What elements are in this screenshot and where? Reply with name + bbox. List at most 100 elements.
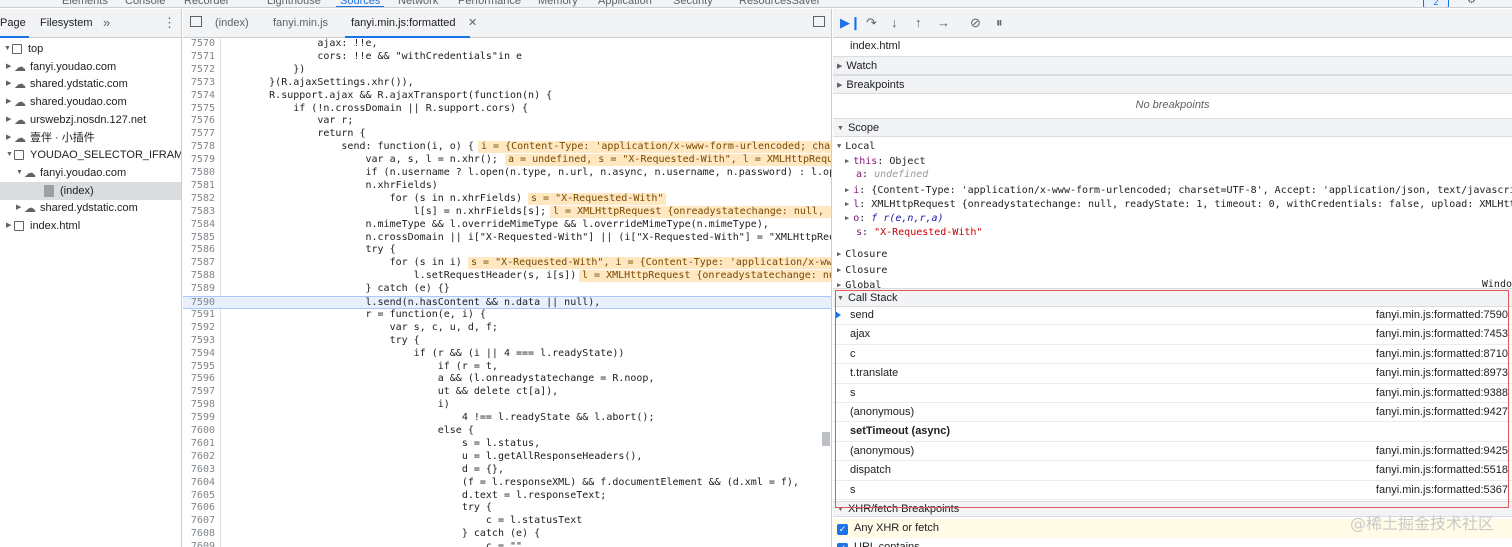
step-icon[interactable]: →: [937, 15, 950, 30]
line-number[interactable]: 7583: [183, 206, 215, 219]
call-frame[interactable]: t.translate fanyi.min.js:formatted:8973: [833, 364, 1512, 384]
code-line[interactable]: 7572 }): [183, 64, 831, 77]
checkbox-checked-icon[interactable]: ✓: [837, 524, 848, 535]
expanded-arrow-icon[interactable]: ▼: [6, 146, 14, 164]
call-frame[interactable]: (anonymous) fanyi.min.js:formatted:9425: [833, 442, 1512, 462]
line-number[interactable]: 7574: [183, 90, 215, 103]
scope-variable[interactable]: ▶ this: Object: [833, 154, 1512, 169]
line-number[interactable]: 7572: [183, 64, 215, 77]
code-line[interactable]: 7571 cors: !!e && "withCredentials"in e: [183, 51, 831, 64]
expanded-arrow-icon[interactable]: ▼: [16, 164, 24, 182]
line-number[interactable]: 7609: [183, 541, 215, 547]
tree-item[interactable]: ▶ ☁ shared.ydstatic.com: [0, 75, 181, 93]
section-call-stack[interactable]: ▼ Call Stack: [833, 288, 1512, 307]
code-line[interactable]: 7595 if (r = t,: [183, 361, 831, 374]
settings-gear-icon[interactable]: ⚙: [1467, 0, 1477, 6]
resume-icon[interactable]: ▶❙: [840, 15, 861, 31]
call-frame-location[interactable]: fanyi.min.js:formatted:9425: [1376, 442, 1508, 461]
tree-item[interactable]: ▼ YOUDAO_SELECTOR_IFRAME (fa: [0, 146, 181, 164]
editor-tab-fanyi-min-js[interactable]: fanyi.min.js: [273, 17, 328, 29]
paused-file-row[interactable]: index.html: [833, 38, 1512, 56]
call-frame[interactable]: dispatch fanyi.min.js:formatted:5518: [833, 461, 1512, 481]
issues-badge[interactable]: 2: [1423, 0, 1449, 7]
code-line[interactable]: 7573 }(R.ajaxSettings.xhr()),: [183, 77, 831, 90]
code-line[interactable]: 7608 } catch (e) {: [183, 528, 831, 541]
line-number[interactable]: 7577: [183, 128, 215, 141]
call-frame-location[interactable]: fanyi.min.js:formatted:7590: [1376, 306, 1508, 325]
line-number[interactable]: 7596: [183, 373, 215, 386]
line-number[interactable]: 7585: [183, 232, 215, 245]
pause-on-exceptions-icon[interactable]: ⏸: [996, 15, 1003, 31]
line-number[interactable]: 7608: [183, 528, 215, 541]
xhr-url-row[interactable]: ✓ URL contains: [833, 540, 1512, 547]
line-number[interactable]: 7575: [183, 103, 215, 116]
code-line[interactable]: 7604 (f = l.responseXML) && f.documentEl…: [183, 477, 831, 490]
code-line[interactable]: 7580 if (n.username ? l.open(n.type, n.u…: [183, 167, 831, 180]
close-tab-icon[interactable]: ✕: [468, 16, 477, 29]
code-line[interactable]: 7603 d = {},: [183, 464, 831, 477]
line-number[interactable]: 7579: [183, 154, 215, 167]
code-line[interactable]: 7606 try {: [183, 502, 831, 515]
code-line[interactable]: 7581 n.xhrFields): [183, 180, 831, 193]
current-execution-line[interactable]: 7590 l.send(n.hasContent && n.data || nu…: [183, 296, 831, 309]
section-scope[interactable]: ▼ Scope: [833, 118, 1512, 137]
call-frame-location[interactable]: fanyi.min.js:formatted:9427: [1376, 403, 1508, 422]
devtools-tab-console[interactable]: Console: [125, 0, 165, 7]
step-into-icon[interactable]: ↓: [891, 15, 898, 30]
deactivate-breakpoints-icon[interactable]: ⊘: [970, 15, 981, 31]
line-number[interactable]: 7576: [183, 115, 215, 128]
call-frame[interactable]: (anonymous) fanyi.min.js:formatted:9427: [833, 403, 1512, 423]
code-line[interactable]: 7574 R.support.ajax && R.ajaxTransport(f…: [183, 90, 831, 103]
devtools-tab-elements[interactable]: Elements: [62, 0, 108, 7]
code-line[interactable]: 7579 var a, s, l = n.xhr(); a = undefined…: [183, 154, 831, 167]
collapsed-arrow-icon[interactable]: ▶: [16, 199, 24, 217]
editor-tab-index[interactable]: (index): [215, 17, 249, 29]
call-frame[interactable]: c fanyi.min.js:formatted:8710: [833, 345, 1512, 365]
collapsed-arrow-icon[interactable]: ▶: [837, 82, 842, 89]
scope-variable[interactable]: ▶ l: XMLHttpRequest {onreadystatechange: …: [833, 197, 1512, 212]
line-number[interactable]: 7582: [183, 193, 215, 206]
devtools-tab-sources[interactable]: Sources: [335, 0, 385, 7]
code-line[interactable]: 7601 s = l.status,: [183, 438, 831, 451]
expanded-arrow-icon[interactable]: ▼: [837, 506, 844, 513]
code-line[interactable]: 7589 } catch (e) {}: [183, 283, 831, 296]
code-line[interactable]: 7591 r = function(e, i) {: [183, 309, 831, 322]
line-number[interactable]: 7597: [183, 386, 215, 399]
line-number[interactable]: 7578: [183, 141, 215, 154]
devtools-tab-memory[interactable]: Memory: [538, 0, 578, 7]
scope-variable[interactable]: ▶ i: {Content-Type: 'application/x-www-fo…: [833, 183, 1512, 198]
line-number[interactable]: 7580: [183, 167, 215, 180]
devtools-tab-network[interactable]: Network: [398, 0, 438, 7]
tree-item[interactable]: (index): [0, 181, 181, 200]
tab-filesystem[interactable]: Filesystem: [40, 17, 93, 29]
line-number[interactable]: 7602: [183, 451, 215, 464]
collapsed-arrow-icon[interactable]: ▶: [837, 63, 842, 70]
code-line[interactable]: 7599 4 !== l.readyState && l.abort();: [183, 412, 831, 425]
step-over-icon[interactable]: ↷: [866, 15, 877, 31]
collapsed-arrow-icon[interactable]: ▶: [6, 75, 14, 93]
editor-tab-fanyi-formatted[interactable]: fanyi.min.js:formatted: [345, 17, 470, 38]
devtools-tab-security[interactable]: Security: [673, 0, 713, 7]
line-number[interactable]: 7593: [183, 335, 215, 348]
line-number[interactable]: 7606: [183, 502, 215, 515]
tab-page[interactable]: Page: [0, 17, 29, 38]
line-number[interactable]: 7599: [183, 412, 215, 425]
code-line[interactable]: 7597 ut && delete ct[a]),: [183, 386, 831, 399]
tree-item[interactable]: ▼ ☁ fanyi.youdao.com: [0, 164, 181, 182]
code-line[interactable]: 7593 try {: [183, 335, 831, 348]
devtools-tab-recorder[interactable]: Recorder: [184, 0, 229, 7]
line-number[interactable]: 7581: [183, 180, 215, 193]
code-line[interactable]: 7596 a && (l.onreadystatechange = R.noop…: [183, 373, 831, 386]
scope-closure[interactable]: ▶ Closure: [833, 247, 1512, 262]
code-line[interactable]: 7594 if (r && (i || 4 === l.readyState)): [183, 348, 831, 361]
call-frame-location[interactable]: fanyi.min.js:formatted:9388: [1376, 384, 1508, 403]
collapsed-arrow-icon[interactable]: ▶: [845, 186, 849, 194]
code-line[interactable]: 7607 c = l.statusText: [183, 515, 831, 528]
step-out-icon[interactable]: ↑: [915, 15, 922, 30]
line-number[interactable]: 7588: [183, 270, 215, 283]
code-line[interactable]: 7570 ajax: !!e,: [183, 38, 831, 51]
code-line[interactable]: 7600 else {: [183, 425, 831, 438]
expanded-arrow-icon[interactable]: ▼: [837, 295, 844, 302]
line-number[interactable]: 7607: [183, 515, 215, 528]
code-line[interactable]: 7587 for (s in i) s = "X-Requested-With",…: [183, 257, 831, 270]
